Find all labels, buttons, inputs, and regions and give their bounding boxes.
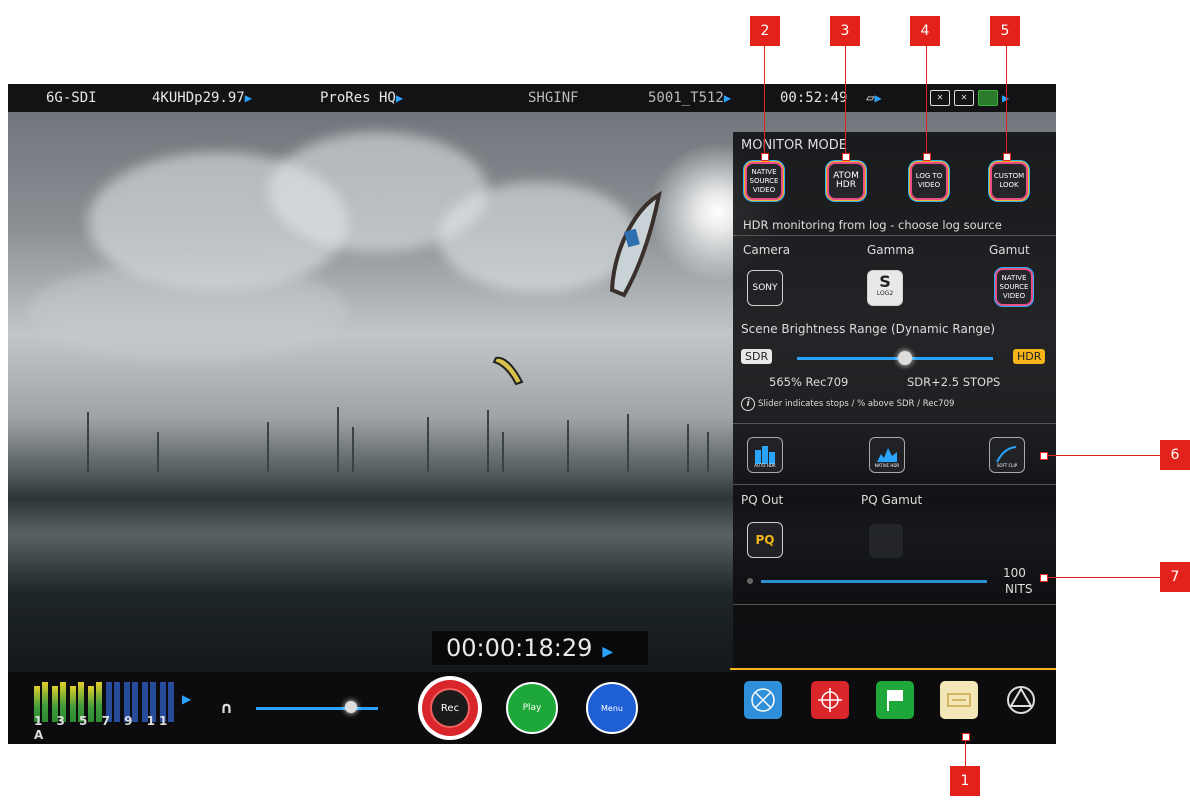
svg-text:SOFT CLIP: SOFT CLIP [997,463,1018,468]
volume-slider-knob[interactable] [345,701,358,713]
battery-icon[interactable] [978,90,998,106]
gamut-select-button[interactable]: NATIVE SOURCE VIDEO [997,270,1031,304]
crosshair-icon [818,688,842,712]
headphones-icon: ∩ [220,698,233,717]
info-icon: i [741,397,755,411]
input-source[interactable]: 6G-SDI [46,90,97,106]
callout-5: 5 [990,16,1020,46]
menu-button[interactable]: Menu [586,682,638,734]
native-source-video-button[interactable]: NATIVE SOURCE VIDEO [747,164,781,198]
atomos-logo-icon [1007,686,1035,714]
sdr-tag: SDR [741,349,773,364]
slider-info: i Slider indicates stops / % above SDR / … [741,397,954,411]
nits-slider[interactable] [761,580,987,583]
channel-labels: 1 3 5 7 9 11 A [34,714,172,742]
gamma-label: Gamma [867,243,915,257]
rec709-value: 565% Rec709 [769,375,849,389]
svg-text:AUTO HDR: AUTO HDR [754,463,776,468]
stops-value: SDR+2.5 STOPS [907,375,1001,389]
callout-7: 7 [1160,562,1190,592]
custom-look-icon: CUSTOM LOOK [993,172,1025,189]
monitor-mode-tool-button[interactable] [940,681,978,719]
atomos-logo-button[interactable] [1002,681,1040,719]
flag-icon [887,690,903,711]
callout-1: 1 [950,766,980,796]
input-x-icon[interactable]: ✕ [954,90,974,106]
rec-button[interactable]: Rec [418,676,482,740]
nits-unit: NITS [1005,582,1033,596]
pq-out-button[interactable]: PQ [747,522,783,558]
dynamic-range-slider[interactable] [797,357,993,360]
pq-gamut-button[interactable] [869,524,903,558]
focus-tool-button[interactable] [744,681,782,719]
volume-slider[interactable] [256,707,378,710]
nits-slider-min-icon [747,578,753,584]
gamma-select-button[interactable]: S LOG2 [867,270,903,306]
soft-clip-icon: SOFT CLIP [996,446,1018,468]
audio-meters[interactable]: 1 3 5 7 9 11 A ▶ [22,672,192,744]
log-to-video-button[interactable]: LOG TO VIDEO [912,164,946,198]
video-format[interactable]: 4KUHDp29.97▶ [152,90,252,106]
native-source-video-icon: NATIVE SOURCE VIDEO [999,273,1029,300]
kite-small [492,356,524,386]
camera-select-button[interactable]: SONY [747,270,783,306]
camera-label: Camera [743,243,791,257]
chevron-right-icon: ▶ [395,91,404,105]
clip-name[interactable]: 5001_T512▶ [648,90,731,106]
callout-6: 6 [1160,440,1190,470]
play-button[interactable]: Play [506,682,558,734]
nits-value: 100 [1003,566,1026,580]
crosshair-tool-button[interactable] [811,681,849,719]
auto-hdr-icon: AUTO HDR [754,446,776,468]
focus-peaking-icon [751,688,775,712]
chevron-right-icon: ▶ [244,91,252,105]
status-bar: 6G-SDI 4KUHDp29.97▶ ProRes HQ▶ SHGINF 50… [8,84,1056,112]
auto-hdr-button[interactable]: AUTO HDR [747,437,783,473]
pq-gamut-label: PQ Gamut [861,493,923,507]
native-source-video-icon: NATIVE SOURCE VIDEO [749,167,779,194]
gamut-label: Gamut [989,243,1030,257]
masts-silhouette [87,407,709,472]
bottom-toolbar: 1 3 5 7 9 11 A ▶ ∩ Rec Play Menu [8,668,1056,744]
callout-3: 3 [830,16,860,46]
log-to-video-icon: LOG TO VIDEO [915,172,943,189]
time-remaining: 00:52:49 [780,90,848,106]
chevron-right-icon: ▶ [182,692,192,706]
monitor-mode-panel: MONITOR MODE NATIVE SOURCE VIDEO ATOM HD… [733,132,1056,698]
svg-text:NATIVE HDR: NATIVE HDR [875,463,900,468]
kite-large [609,190,662,298]
pq-out-label: PQ Out [741,493,784,507]
input-x-icon[interactable]: ✕ [930,90,950,106]
timecode-display[interactable]: 00:00:18:29 ▶ [432,631,648,665]
chevron-right-icon: ▶ [602,644,614,660]
atom-hdr-button[interactable]: ATOM HDR [829,164,863,198]
drive-name: SHGINF [528,90,579,106]
drive-icon[interactable]: ▱▶ [866,90,882,106]
codec-selector[interactable]: ProRes HQ▶ [320,90,403,106]
hdr-mode-icon [947,693,971,707]
monitor-mode-title: MONITOR MODE [741,138,848,153]
dynamic-range-title: Scene Brightness Range (Dynamic Range) [741,322,996,336]
custom-look-button[interactable]: CUSTOM LOOK [992,164,1026,198]
hdr-tag: HDR [1013,349,1046,364]
monitor-screen: 6G-SDI 4KUHDp29.97▶ ProRes HQ▶ SHGINF 50… [8,84,1056,744]
dynamic-range-slider-knob[interactable] [897,351,912,365]
native-hdr-button[interactable]: NATIVE HDR [869,437,905,473]
callout-4: 4 [910,16,940,46]
marker-tool-button[interactable] [876,681,914,719]
monitor-mode-hint: HDR monitoring from log - choose log sou… [743,218,1002,232]
atom-hdr-icon: ATOM HDR [833,171,859,190]
soft-clip-button[interactable]: SOFT CLIP [989,437,1025,473]
chevron-right-icon: ▶ [723,91,732,105]
native-hdr-icon: NATIVE HDR [875,448,900,468]
callout-2: 2 [750,16,780,46]
